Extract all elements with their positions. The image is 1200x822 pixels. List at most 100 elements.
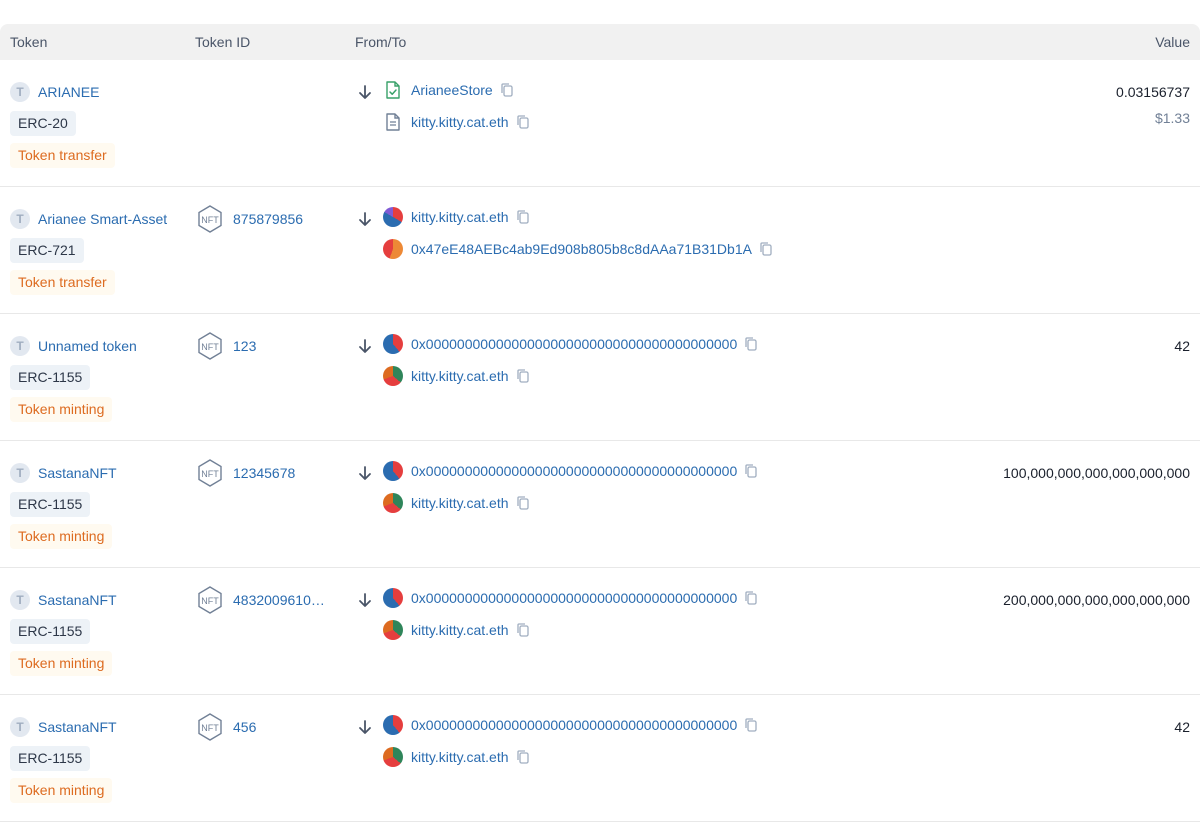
address-identicon xyxy=(383,366,403,386)
to-address-link[interactable]: kitty.kitty.cat.eth xyxy=(411,749,509,765)
token-name-link[interactable]: SastanaNFT xyxy=(38,590,117,610)
copy-icon[interactable] xyxy=(499,82,515,98)
token-name-link[interactable]: Unnamed token xyxy=(38,336,137,356)
copy-icon[interactable] xyxy=(743,336,759,352)
address-identicon xyxy=(383,461,403,481)
token-placeholder-icon: T xyxy=(10,82,30,102)
token-transfers-table: Token Token ID From/To Value T ARIANEE E… xyxy=(0,24,1200,822)
to-address-link[interactable]: kitty.kitty.cat.eth xyxy=(411,368,509,384)
nft-hexagon-icon: NFT xyxy=(198,205,222,233)
address-identicon xyxy=(383,747,403,767)
from-address: 0x00000000000000000000000000000000000000… xyxy=(383,715,759,735)
table-row: T SastanaNFT ERC-1155 Token minting NFT … xyxy=(0,441,1200,568)
method-badge: Token minting xyxy=(10,397,113,422)
header-from-to: From/To xyxy=(355,34,407,50)
to-address: 0x47eE48AEBc4ab9Ed908b805b8c8dAAa71B31Db… xyxy=(383,239,774,259)
copy-icon[interactable] xyxy=(515,622,531,638)
from-address: 0x00000000000000000000000000000000000000… xyxy=(383,461,759,481)
to-address-link[interactable]: kitty.kitty.cat.eth xyxy=(411,495,509,511)
copy-icon[interactable] xyxy=(515,209,531,225)
svg-text:NFT: NFT xyxy=(201,723,219,733)
from-address-link[interactable]: ArianeeStore xyxy=(411,82,493,98)
to-address: kitty.kitty.cat.eth xyxy=(383,620,531,640)
token-name-link[interactable]: Arianee Smart-Asset xyxy=(38,209,167,229)
token-id-link[interactable]: 12345678 xyxy=(233,463,295,483)
table-header: Token Token ID From/To Value xyxy=(0,24,1200,60)
token-type-badge: ERC-1155 xyxy=(10,746,91,771)
token-placeholder-icon: T xyxy=(10,717,30,737)
address-identicon xyxy=(383,207,403,227)
token-name-link[interactable]: SastanaNFT xyxy=(38,717,117,737)
contract-file-icon xyxy=(386,113,400,131)
method-badge: Token minting xyxy=(10,651,113,676)
svg-text:NFT: NFT xyxy=(201,596,219,606)
table-row: T SastanaNFT ERC-1155 Token minting NFT … xyxy=(0,695,1200,822)
arrow-down-icon xyxy=(359,212,371,226)
address-identicon xyxy=(383,588,403,608)
arrow-down-icon xyxy=(359,466,371,480)
to-address-link[interactable]: 0x47eE48AEBc4ab9Ed908b805b8c8dAAa71B31Db… xyxy=(411,241,752,257)
arrow-down-icon xyxy=(359,593,371,607)
address-identicon xyxy=(383,334,403,354)
header-token-id: Token ID xyxy=(195,34,251,50)
token-id-link[interactable]: 123 xyxy=(233,336,256,356)
token-name-link[interactable]: SastanaNFT xyxy=(38,463,117,483)
arrow-down-icon xyxy=(359,339,371,353)
transfer-value: 0.03156737 xyxy=(1116,84,1190,100)
copy-icon[interactable] xyxy=(515,114,531,130)
method-badge: Token minting xyxy=(10,778,113,803)
transfer-value: 42 xyxy=(1174,338,1190,354)
copy-icon[interactable] xyxy=(758,241,774,257)
nft-hexagon-icon: NFT xyxy=(198,586,222,614)
to-address-link[interactable]: kitty.kitty.cat.eth xyxy=(411,114,509,130)
header-token: Token xyxy=(10,34,48,50)
nft-hexagon-icon: NFT xyxy=(198,713,222,741)
from-address-link[interactable]: kitty.kitty.cat.eth xyxy=(411,209,509,225)
to-address: kitty.kitty.cat.eth xyxy=(383,493,531,513)
address-identicon xyxy=(383,620,403,640)
arrow-down-icon xyxy=(359,720,371,734)
transfer-value: 200,000,000,000,000,000,000 xyxy=(1003,592,1190,608)
from-address-link[interactable]: 0x00000000000000000000000000000000000000… xyxy=(411,336,737,352)
address-identicon xyxy=(383,715,403,735)
to-address: kitty.kitty.cat.eth xyxy=(383,112,531,132)
nft-hexagon-icon: NFT xyxy=(198,459,222,487)
token-type-badge: ERC-1155 xyxy=(10,619,91,644)
copy-icon[interactable] xyxy=(743,463,759,479)
from-address-link[interactable]: 0x00000000000000000000000000000000000000… xyxy=(411,463,737,479)
from-address-link[interactable]: 0x00000000000000000000000000000000000000… xyxy=(411,590,737,606)
token-id-link[interactable]: 456 xyxy=(233,717,256,737)
copy-icon[interactable] xyxy=(515,749,531,765)
copy-icon[interactable] xyxy=(743,717,759,733)
address-identicon xyxy=(383,239,403,259)
table-row: T ARIANEE ERC-20 Token transfer ArianeeS… xyxy=(0,60,1200,187)
token-type-badge: ERC-721 xyxy=(10,238,84,263)
to-address-link[interactable]: kitty.kitty.cat.eth xyxy=(411,622,509,638)
token-placeholder-icon: T xyxy=(10,336,30,356)
verified-contract-icon xyxy=(386,81,400,99)
token-id-link[interactable]: 4832009610… xyxy=(233,590,325,610)
token-placeholder-icon: T xyxy=(10,590,30,610)
to-address: kitty.kitty.cat.eth xyxy=(383,747,531,767)
token-id-link[interactable]: 875879856 xyxy=(233,209,303,229)
from-address-link[interactable]: 0x00000000000000000000000000000000000000… xyxy=(411,717,737,733)
to-address: kitty.kitty.cat.eth xyxy=(383,366,531,386)
token-name-link[interactable]: ARIANEE xyxy=(38,82,99,102)
arrow-down-icon xyxy=(359,85,371,99)
table-row: T Unnamed token ERC-1155 Token minting N… xyxy=(0,314,1200,441)
from-address: kitty.kitty.cat.eth xyxy=(383,207,531,227)
svg-text:NFT: NFT xyxy=(201,342,219,352)
svg-text:NFT: NFT xyxy=(201,215,219,225)
copy-icon[interactable] xyxy=(515,368,531,384)
token-type-badge: ERC-1155 xyxy=(10,492,91,517)
copy-icon[interactable] xyxy=(743,590,759,606)
table-row: T Arianee Smart-Asset ERC-721 Token tran… xyxy=(0,187,1200,314)
nft-hexagon-icon: NFT xyxy=(198,332,222,360)
svg-text:NFT: NFT xyxy=(201,469,219,479)
transfer-value: 100,000,000,000,000,000,000 xyxy=(1003,465,1190,481)
from-address: ArianeeStore xyxy=(383,80,515,100)
copy-icon[interactable] xyxy=(515,495,531,511)
token-placeholder-icon: T xyxy=(10,209,30,229)
from-address: 0x00000000000000000000000000000000000000… xyxy=(383,588,759,608)
method-badge: Token transfer xyxy=(10,270,115,295)
